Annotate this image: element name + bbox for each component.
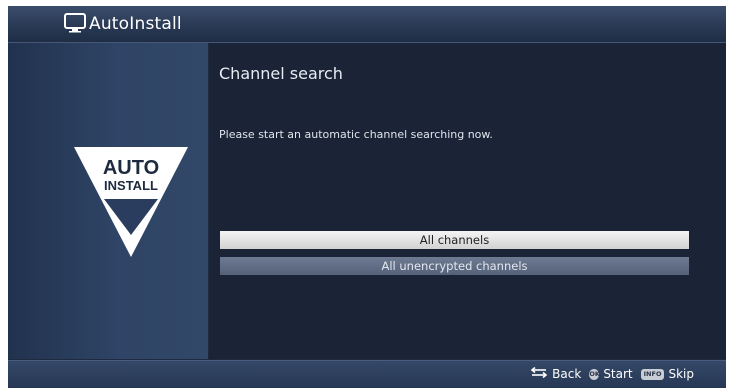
- tv-icon: [64, 13, 86, 37]
- app-title: AutoInstall: [89, 14, 182, 34]
- back-arrows-icon: [530, 366, 548, 381]
- tv-screen: AutoInstall AUTO INSTALL Channel search …: [8, 6, 726, 388]
- footer-bar: Back OK Start INFO Skip: [8, 360, 726, 388]
- option-all-unencrypted-channels[interactable]: All unencrypted channels: [220, 257, 689, 275]
- logo-line-auto: AUTO: [103, 157, 159, 179]
- page-title: Channel search: [219, 64, 343, 83]
- key-hints: Back OK Start INFO Skip: [530, 366, 694, 381]
- logo-line-install: INSTALL: [104, 178, 158, 193]
- auto-install-logo: AUTO INSTALL: [72, 144, 190, 264]
- skip-hint-label: Skip: [668, 367, 694, 381]
- info-key-icon: INFO: [640, 368, 665, 380]
- sidebar-panel: AUTO INSTALL: [8, 43, 208, 359]
- option-all-channels[interactable]: All channels: [220, 231, 689, 249]
- instruction-text: Please start an automatic channel search…: [219, 128, 493, 141]
- header-bar: AutoInstall: [8, 6, 726, 43]
- ok-key-icon: OK: [589, 368, 600, 380]
- main-content: Channel search Please start an automatic…: [209, 43, 726, 359]
- back-hint-label: Back: [552, 367, 582, 381]
- start-hint-label: Start: [603, 367, 633, 381]
